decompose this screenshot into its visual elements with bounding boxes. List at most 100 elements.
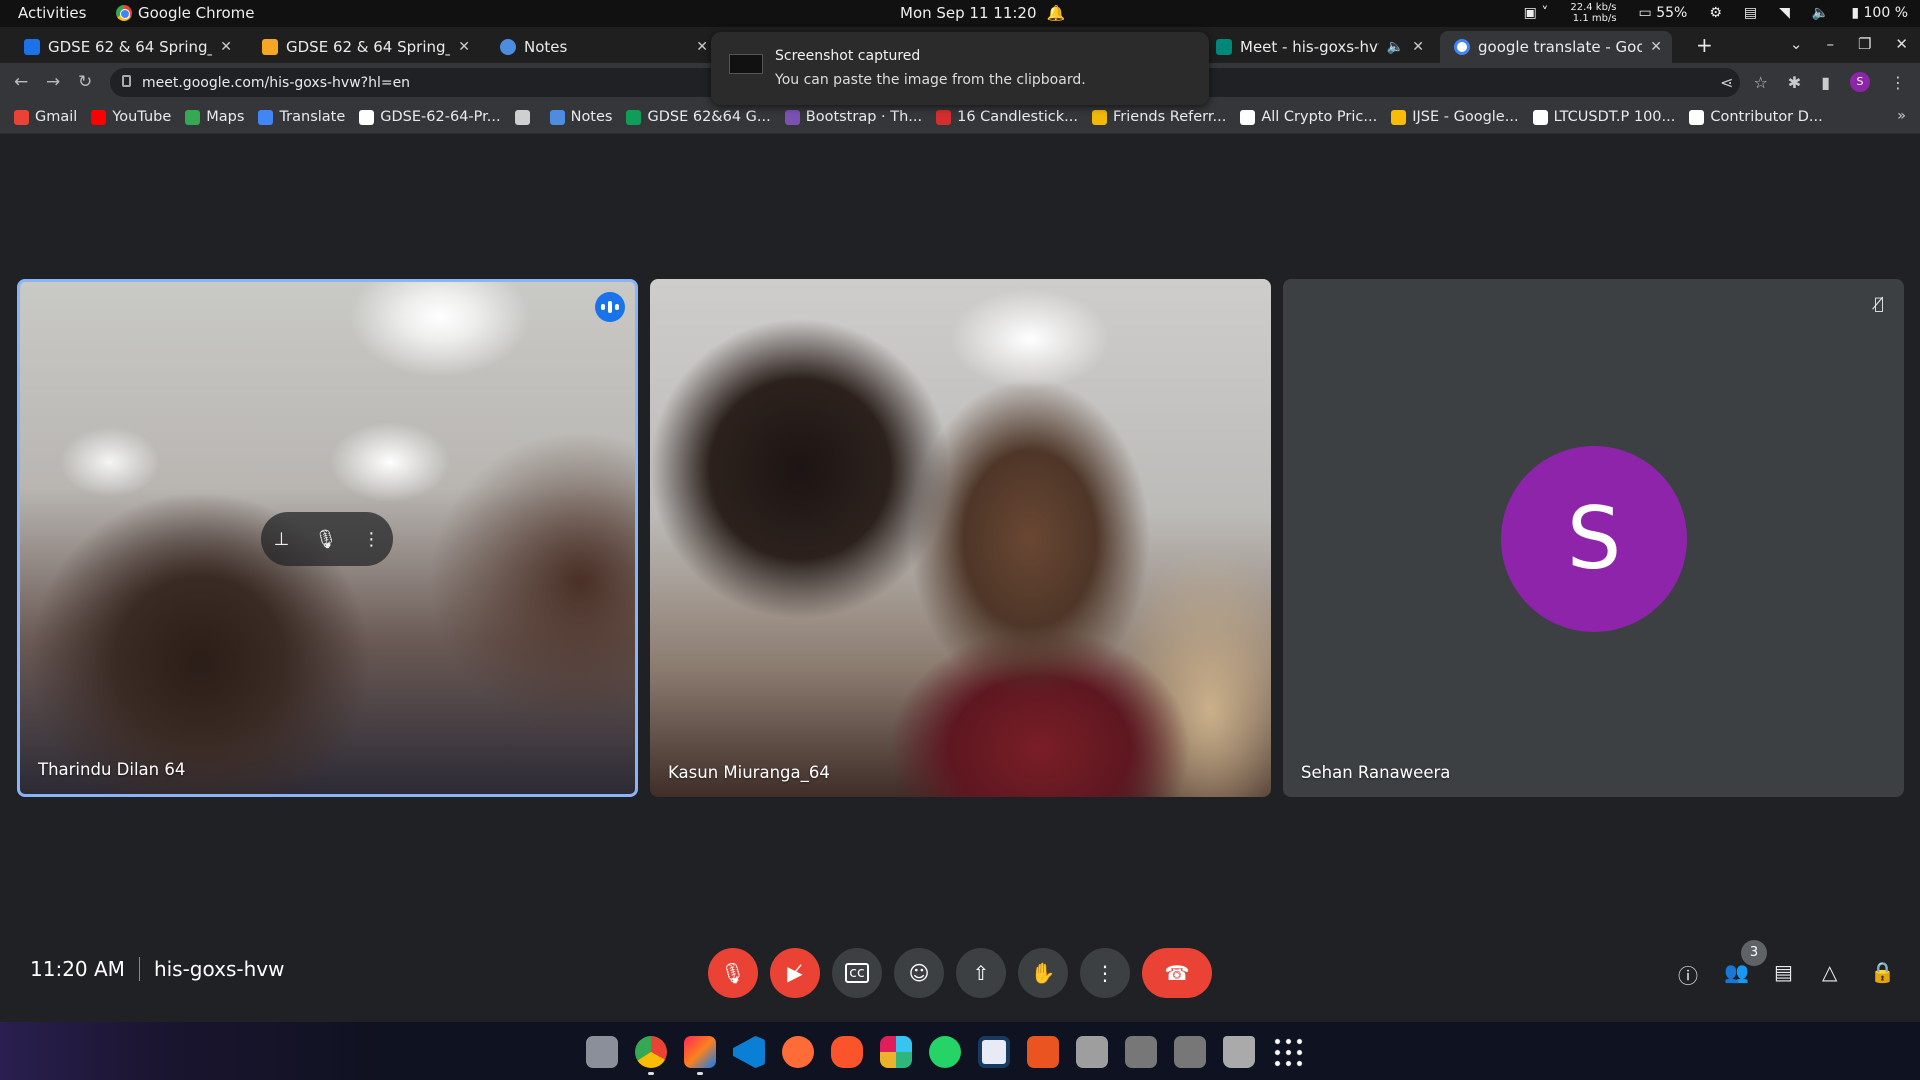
lock-icon[interactable]: [122, 75, 131, 87]
app-menu[interactable]: Google Chrome: [116, 4, 255, 22]
close-tab-icon[interactable]: ✕: [1650, 39, 1662, 55]
vscode-icon[interactable]: [733, 1036, 765, 1068]
wifi-icon[interactable]: ◥: [1779, 5, 1790, 21]
screenshot-notification[interactable]: Screenshot captured You can paste the im…: [711, 32, 1209, 105]
bookmark-item[interactable]: 16 Candlestick...: [936, 109, 1078, 125]
chrome-icon[interactable]: [635, 1036, 667, 1075]
tab-0[interactable]: GDSE 62 & 64 Spring_Boar ✕: [10, 31, 242, 63]
extension-tray-icon[interactable]: ⚙: [1709, 5, 1722, 21]
tile-more-icon[interactable]: ⋮: [362, 529, 380, 550]
ssd-drive-icon[interactable]: [1174, 1036, 1206, 1068]
tab-1[interactable]: GDSE 62 & 64 Spring_Boar ✕: [248, 31, 480, 63]
bookmark-favicon-icon: [258, 109, 274, 125]
raise-hand-icon: ✋: [1030, 961, 1056, 985]
participant-tile-kasun[interactable]: Kasun Miuranga_64: [650, 279, 1271, 797]
system-top-bar: Activities Google Chrome Mon Sep 11 11:2…: [0, 0, 1920, 27]
bookmark-item[interactable]: Notes: [549, 109, 612, 125]
participant-tile-tharindu[interactable]: ⊥ 🎙 ⋮ Tharindu Dilan 64: [17, 279, 638, 797]
disk-icon[interactable]: [1076, 1036, 1108, 1068]
more-options-button[interactable]: ⋮: [1080, 948, 1130, 998]
close-tab-icon[interactable]: ✕: [458, 39, 470, 55]
chrome-icon: [116, 5, 132, 21]
screenshot-tray-icon[interactable]: ▣ ˅: [1524, 5, 1549, 21]
audio-playing-icon[interactable]: 🔈: [1387, 39, 1404, 55]
activities-button[interactable]: Activities: [18, 4, 86, 22]
new-tab-icon[interactable]: +: [1696, 33, 1713, 57]
bookmark-item[interactable]: Contributor D...: [1689, 109, 1823, 125]
mic-toggle-button[interactable]: 🎙: [708, 948, 758, 998]
files-icon[interactable]: [586, 1036, 618, 1068]
bookmark-item[interactable]: Translate: [258, 109, 345, 125]
extensions-icon[interactable]: ✱: [1788, 73, 1801, 92]
tab-2[interactable]: Notes ✕: [486, 31, 718, 63]
bookmark-item[interactable]: LTCUSDT.P 100...: [1532, 109, 1676, 125]
tab-3[interactable]: Meet - his-goxs-hvw 🔈 ✕: [1202, 31, 1434, 63]
muted-mic-icon: 🎙̸: [1874, 294, 1884, 313]
slack-icon[interactable]: [880, 1036, 912, 1068]
clock[interactable]: Mon Sep 11 11:20 🔔: [900, 4, 1065, 22]
close-tab-icon[interactable]: ✕: [696, 39, 708, 55]
close-tab-icon[interactable]: ✕: [1412, 39, 1424, 55]
intellij-icon[interactable]: [684, 1036, 716, 1075]
info-icon[interactable]: ⓘ: [1678, 960, 1698, 989]
profile-avatar[interactable]: S: [1850, 72, 1870, 92]
virtualbox-icon[interactable]: [978, 1036, 1010, 1068]
bookmark-item[interactable]: GDSE-62-64-Pr...: [359, 109, 501, 125]
volume-icon[interactable]: 🔈: [1812, 5, 1829, 21]
restore-icon[interactable]: ❐: [1858, 35, 1871, 53]
system-tray[interactable]: ▣ ˅ 22.4 kb/s 1.1 mb/s ▭ 55% ⚙ ▤ ◥ 🔈 ▮ 1…: [1524, 2, 1908, 24]
end-call-icon: ☎: [1164, 961, 1190, 985]
meeting-details: 11:20 AM his-goxs-hvw: [30, 957, 284, 981]
tab-4[interactable]: google translate - Google ✕: [1440, 31, 1672, 63]
bookmark-item[interactable]: GDSE 62&64 G...: [626, 109, 771, 125]
dock: [0, 1022, 1920, 1080]
bookmark-item[interactable]: IJSE - Google...: [1391, 109, 1519, 125]
more-bookmarks-icon[interactable]: »: [1897, 108, 1906, 124]
close-window-icon[interactable]: ✕: [1895, 35, 1908, 53]
bookmark-item[interactable]: All Crypto Pric...: [1240, 109, 1377, 125]
whatsapp-icon[interactable]: [929, 1036, 961, 1068]
bookmark-label: LTCUSDT.P 100...: [1553, 109, 1676, 125]
pin-icon[interactable]: ⊥: [274, 529, 290, 550]
app-grid-icon[interactable]: [1272, 1036, 1304, 1068]
reload-icon[interactable]: ↻: [78, 72, 92, 92]
close-tab-icon[interactable]: ✕: [220, 39, 232, 55]
forward-icon[interactable]: →: [46, 72, 60, 92]
volume-indicator[interactable]: ▮ 100 %: [1851, 5, 1908, 21]
postman-icon[interactable]: [782, 1036, 814, 1068]
participant-tile-sehan[interactable]: 🎙̸ S Sehan Ranaweera: [1283, 279, 1904, 797]
leave-call-button[interactable]: ☎: [1142, 948, 1212, 998]
chat-icon[interactable]: ▤: [1774, 960, 1793, 984]
captions-button[interactable]: cc: [832, 948, 882, 998]
tab-title: google translate - Google: [1478, 38, 1643, 56]
trash-icon[interactable]: [1223, 1036, 1255, 1068]
bookmark-item[interactable]: Maps: [185, 109, 244, 125]
bookmark-star-icon[interactable]: ☆: [1753, 73, 1767, 92]
brave-icon[interactable]: [831, 1036, 863, 1068]
bookmark-label: 16 Candlestick...: [957, 109, 1079, 125]
bookmark-item[interactable]: Friends Referr...: [1092, 109, 1226, 125]
present-button[interactable]: ⇧: [956, 948, 1006, 998]
host-controls-icon[interactable]: 🔒: [1870, 960, 1895, 984]
battery-indicator[interactable]: ▭ 55%: [1639, 5, 1688, 21]
bookmark-item[interactable]: Gmail: [14, 109, 77, 125]
clipboard-tray-icon[interactable]: ▤: [1744, 5, 1757, 21]
bookmark-item[interactable]: [514, 109, 536, 125]
activities-icon[interactable]: △: [1822, 960, 1837, 984]
side-panel-icon[interactable]: ▮: [1821, 73, 1830, 92]
share-icon[interactable]: ⋖: [1720, 73, 1733, 92]
bookmark-item[interactable]: Bootstrap · Th...: [784, 109, 922, 125]
bookmark-favicon-icon: [936, 109, 952, 125]
reactions-button[interactable]: ☺: [894, 948, 944, 998]
raise-hand-button[interactable]: ✋: [1018, 948, 1068, 998]
camera-toggle-button[interactable]: ▶̸: [770, 948, 820, 998]
bookmark-item[interactable]: YouTube: [91, 109, 171, 125]
tab-search-icon[interactable]: ⌄: [1790, 35, 1803, 53]
minimize-icon[interactable]: –: [1826, 35, 1834, 53]
mute-participant-icon[interactable]: 🎙: [314, 529, 337, 550]
software-store-icon[interactable]: [1027, 1036, 1059, 1068]
chrome-menu-icon[interactable]: ⋮: [1890, 73, 1906, 92]
people-icon[interactable]: 👥: [1724, 960, 1749, 984]
back-icon[interactable]: ←: [14, 72, 28, 92]
ssd-drive-icon[interactable]: [1125, 1036, 1157, 1068]
